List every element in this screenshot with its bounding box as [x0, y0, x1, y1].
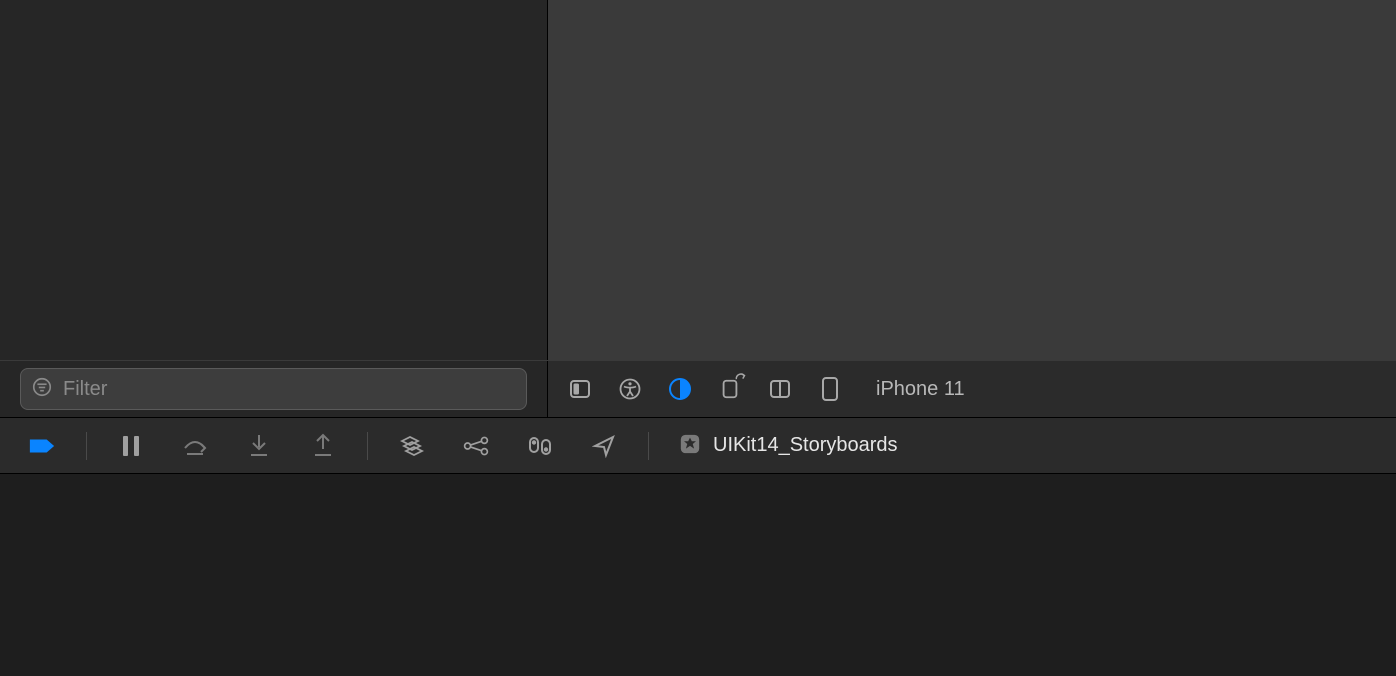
xcode-window-chunk: iPhone 11 — [0, 0, 1396, 676]
interface-builder-canvas[interactable] — [548, 0, 1396, 360]
process-name-label: UIKit14_Storyboards — [713, 434, 898, 457]
step-out-icon[interactable] — [309, 432, 337, 460]
preview-options-toolbar: iPhone 11 — [548, 361, 1396, 417]
pause-icon[interactable] — [117, 432, 145, 460]
debug-console-area[interactable] — [0, 474, 1396, 676]
filter-field[interactable] — [20, 368, 527, 410]
device-name-label[interactable]: iPhone 11 — [876, 378, 965, 401]
orientation-icon[interactable] — [716, 375, 744, 403]
step-over-icon[interactable] — [181, 432, 209, 460]
outline-filter-area — [0, 361, 548, 417]
toolbar-divider — [648, 432, 649, 460]
location-icon[interactable] — [590, 432, 618, 460]
split-view-icon[interactable] — [766, 375, 794, 403]
process-selector[interactable]: UIKit14_Storyboards — [679, 433, 898, 459]
debug-area-toolbar: UIKit14_Storyboards — [0, 418, 1396, 474]
step-into-icon[interactable] — [245, 432, 273, 460]
document-outline-panel — [0, 0, 548, 360]
toolbar-divider — [367, 432, 368, 460]
environment-overrides-icon[interactable] — [526, 432, 554, 460]
filter-input[interactable] — [63, 378, 516, 401]
device-icon[interactable] — [816, 375, 844, 403]
editor-area — [0, 0, 1396, 360]
filter-icon — [31, 376, 53, 402]
breakpoints-toggle-icon[interactable] — [28, 432, 56, 460]
toolbar-divider — [86, 432, 87, 460]
accessibility-icon[interactable] — [616, 375, 644, 403]
app-icon — [679, 433, 701, 459]
appearance-toggle-icon[interactable] — [666, 375, 694, 403]
canvas-bottom-bar: iPhone 11 — [0, 360, 1396, 418]
view-hierarchy-icon[interactable] — [398, 432, 426, 460]
memory-graph-icon[interactable] — [462, 432, 490, 460]
panel-layout-icon[interactable] — [566, 375, 594, 403]
